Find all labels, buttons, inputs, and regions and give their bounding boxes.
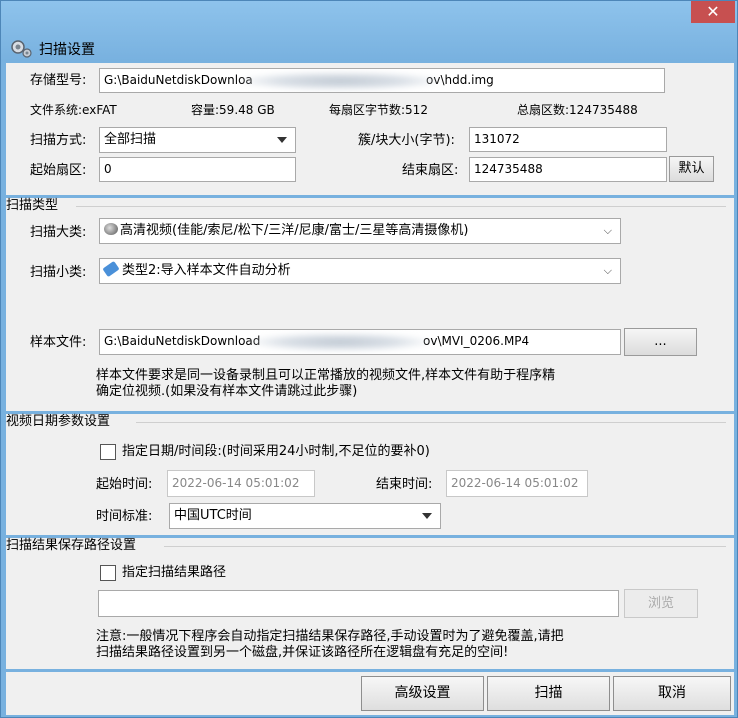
footer-panel: 高级设置 扫描 取消 — [6, 672, 734, 715]
result-path-checkbox-label: 指定扫描结果路径 — [122, 565, 227, 580]
result-note-line1: 注意:一般情况下程序会自动指定扫描结果保存路径,手动设置时为了避免覆盖,请把 — [96, 629, 564, 644]
category-label: 扫描大类: — [30, 225, 87, 240]
scan-mode-select[interactable]: 全部扫描 — [99, 127, 296, 153]
scan-button[interactable]: 扫描 — [487, 676, 610, 711]
chevron-down-icon: ⌵ — [603, 224, 612, 237]
start-time-label: 起始时间: — [96, 477, 153, 492]
tag-icon — [102, 260, 120, 278]
cluster-size-label: 簇/块大小(字节): — [358, 133, 455, 148]
scan-type-group-title: 扫描类型 — [6, 198, 63, 214]
group-divider — [164, 546, 726, 547]
date-range-checkbox[interactable] — [100, 444, 116, 460]
cluster-size-field[interactable]: 131072 — [469, 127, 667, 152]
category-select[interactable]: 高清视频(佳能/索尼/松下/三洋/尼康/富士/三星等高清摄像机) ⌵ — [99, 218, 621, 244]
capacity-info: 容量:59.48 GB — [191, 103, 275, 117]
chevron-down-icon: ⌵ — [603, 264, 612, 277]
sample-path-start: G:\BaiduNetdiskDownload — [104, 334, 261, 348]
result-path-group-title: 扫描结果保存路径设置 — [6, 538, 141, 554]
timezone-label: 时间标准: — [96, 509, 153, 524]
sample-file-field[interactable]: G:\BaiduNetdiskDownload ov\MVI_0206.MP4 — [99, 329, 621, 355]
date-params-panel: 视频日期参数设置 指定日期/时间段:(时间采用24小时制,不足位的要补0) 起始… — [6, 414, 734, 535]
fs-info: 文件系统:exFAT — [30, 103, 117, 117]
storage-panel: 存储型号: G:\BaiduNetdiskDownloa ov\hdd.img … — [6, 63, 734, 195]
end-sector-label: 结束扇区: — [402, 163, 459, 178]
end-time-field[interactable]: 2022-06-14 05:01:02 — [446, 470, 588, 497]
start-sector-field[interactable]: 0 — [99, 157, 296, 182]
scan-type-panel: 扫描类型 扫描大类: 高清视频(佳能/索尼/松下/三洋/尼康/富士/三星等高清摄… — [6, 198, 734, 411]
end-sector-field[interactable]: 124735488 — [469, 157, 667, 182]
start-time-field[interactable]: 2022-06-14 05:01:02 — [167, 470, 315, 497]
result-path-checkbox[interactable] — [100, 565, 116, 581]
cancel-button[interactable]: 取消 — [613, 676, 731, 711]
end-time-label: 结束时间: — [376, 477, 433, 492]
result-path-field[interactable] — [98, 590, 619, 617]
scan-settings-window: ✕ 扫描设置 存储型号: G:\BaiduNetdiskDownloa ov\h… — [0, 0, 738, 718]
redaction-blur — [240, 72, 440, 90]
sample-note-line2: 确定位视频.(如果没有样本文件请跳过此步骤) — [96, 384, 358, 399]
storage-path-start: G:\BaiduNetdiskDownloa — [104, 73, 253, 87]
redaction-blur — [250, 333, 430, 351]
subcategory-label: 扫描小类: — [30, 265, 87, 280]
total-sectors-info: 总扇区数:124735488 — [517, 103, 638, 117]
sample-note-line1: 样本文件要求是同一设备录制且可以正常播放的视频文件,样本文件有助于程序精 — [96, 368, 556, 383]
group-divider — [76, 206, 726, 207]
result-path-panel: 扫描结果保存路径设置 指定扫描结果路径 浏览 注意:一般情况下程序会自动指定扫描… — [6, 538, 734, 669]
sample-browse-button[interactable]: ... — [624, 328, 697, 356]
storage-label: 存储型号: — [30, 73, 87, 88]
date-group-title: 视频日期参数设置 — [6, 414, 115, 430]
advanced-settings-button[interactable]: 高级设置 — [361, 676, 484, 711]
scan-mode-label: 扫描方式: — [30, 133, 87, 148]
storage-path-field[interactable]: G:\BaiduNetdiskDownloa ov\hdd.img — [99, 68, 665, 93]
subcategory-select[interactable]: 类型2:导入样本文件自动分析 ⌵ — [99, 258, 621, 284]
date-range-checkbox-label: 指定日期/时间段:(时间采用24小时制,不足位的要补0) — [122, 444, 430, 459]
result-browse-button[interactable]: 浏览 — [624, 589, 698, 618]
group-divider — [136, 422, 726, 423]
default-button[interactable]: 默认 — [669, 156, 714, 182]
result-note-line2: 扫描结果路径设置到另一个磁盘,并保证该路径所在逻辑盘有充足的空间! — [96, 645, 509, 660]
dropdown-arrow-icon — [277, 137, 287, 143]
dropdown-arrow-icon — [422, 513, 432, 519]
window-title: 扫描设置 — [39, 42, 95, 58]
sample-path-end: ov\MVI_0206.MP4 — [423, 334, 530, 348]
camera-icon — [104, 223, 118, 235]
start-sector-label: 起始扇区: — [30, 163, 87, 178]
timezone-select[interactable]: 中国UTC时间 — [169, 503, 441, 529]
bytes-per-sector-info: 每扇区字节数:512 — [329, 103, 428, 117]
close-button[interactable]: ✕ — [691, 1, 735, 23]
sample-file-label: 样本文件: — [30, 335, 87, 350]
gear-icon — [11, 40, 32, 58]
